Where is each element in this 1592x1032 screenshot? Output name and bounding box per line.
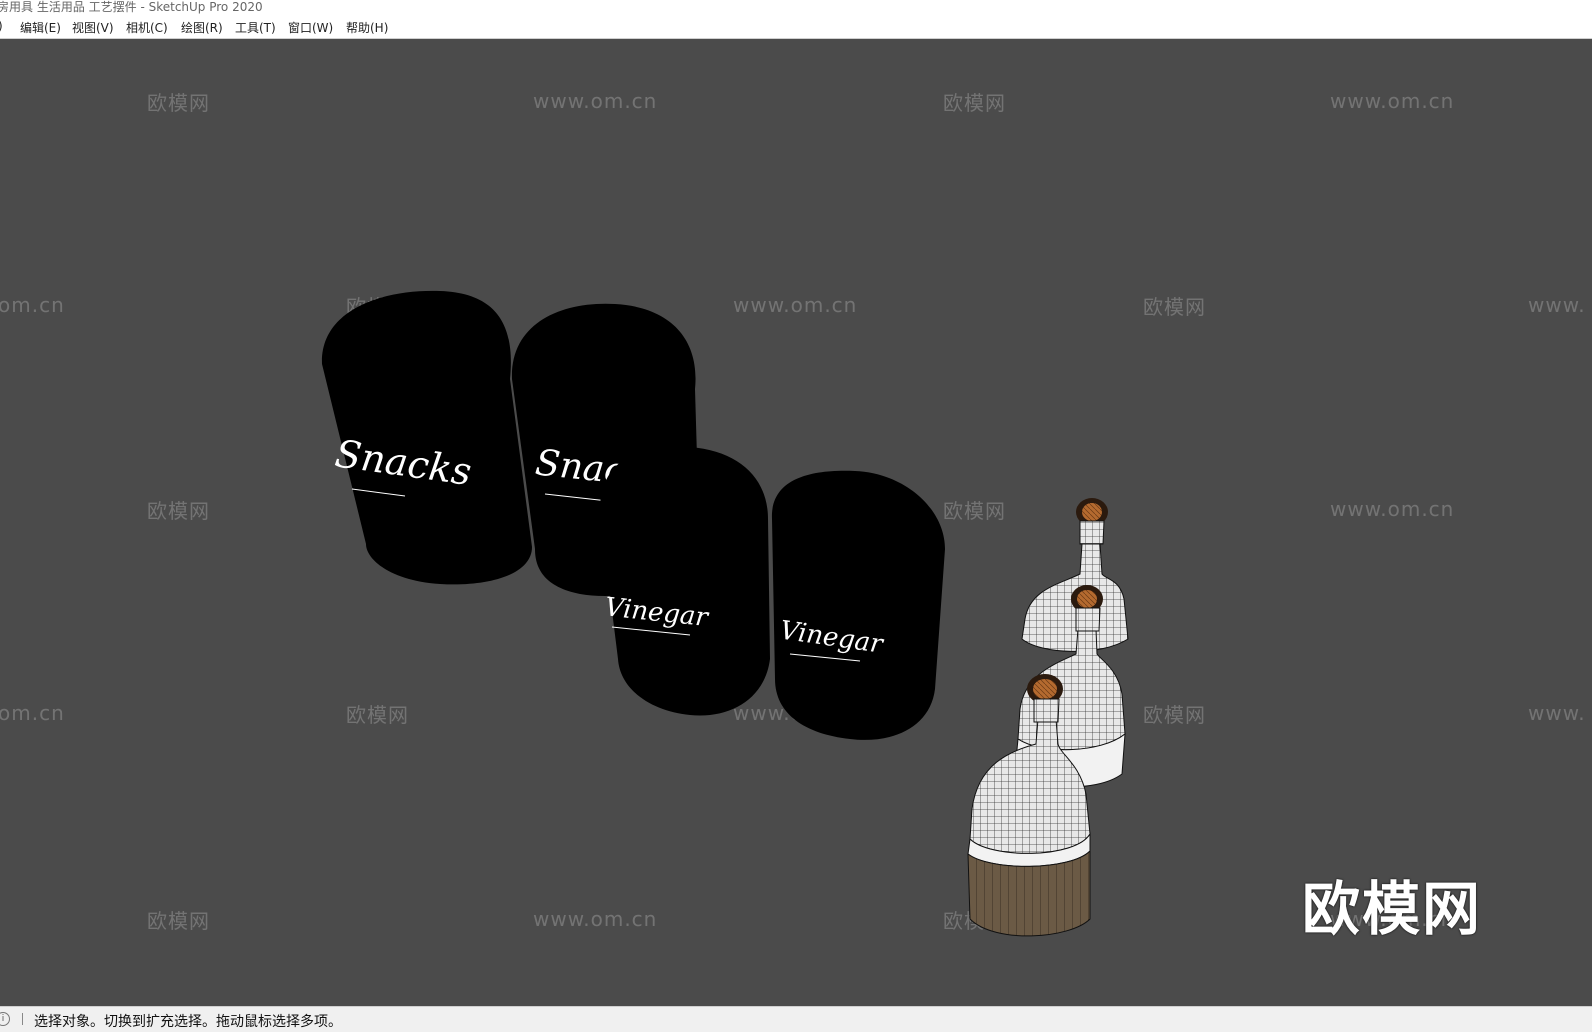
menu-draw[interactable]: 绘图(R) (181, 19, 223, 36)
canister-vinegar-1[interactable]: Vinegar (599, 446, 770, 716)
canister-snacks-1[interactable]: Snacks (321, 290, 532, 585)
watermark-large: 欧模网 (1301, 875, 1482, 943)
menu-window[interactable]: 窗口(W) (288, 19, 333, 36)
status-bar: i 选择对象。切换到扩充选择。拖动鼠标选择多项。 (0, 1006, 1592, 1032)
status-separator (22, 1013, 23, 1025)
model-viewport[interactable]: 欧模网 www.om.cn 欧模网 www.om.cn om.cn 欧模网 ww… (0, 39, 1592, 1006)
window-title: 房用具 生活用品 工艺摆件 - SketchUp Pro 2020 (0, 0, 263, 14)
menu-file[interactable]: ) (0, 19, 3, 33)
menu-bar: ) 编辑(E) 视图(V) 相机(C) 绘图(R) 工具(T) 窗口(W) 帮助… (0, 14, 1592, 39)
scene-graphics: Snacks Snacks Vinegar Vinegar (321, 290, 1129, 937)
bottle-back[interactable] (1021, 498, 1129, 652)
menu-edit[interactable]: 编辑(E) (20, 19, 61, 36)
status-message: 选择对象。切换到扩充选择。拖动鼠标选择多项。 (34, 1014, 342, 1030)
menu-view[interactable]: 视图(V) (72, 19, 114, 36)
menu-help[interactable]: 帮助(H) (346, 19, 388, 36)
menu-camera[interactable]: 相机(C) (126, 19, 168, 36)
canister-vinegar-2[interactable]: Vinegar (771, 470, 945, 740)
title-bar: 房用具 生活用品 工艺摆件 - SketchUp Pro 2020 (0, 0, 1592, 14)
info-icon[interactable]: i (0, 1012, 10, 1026)
menu-tools[interactable]: 工具(T) (235, 19, 276, 36)
